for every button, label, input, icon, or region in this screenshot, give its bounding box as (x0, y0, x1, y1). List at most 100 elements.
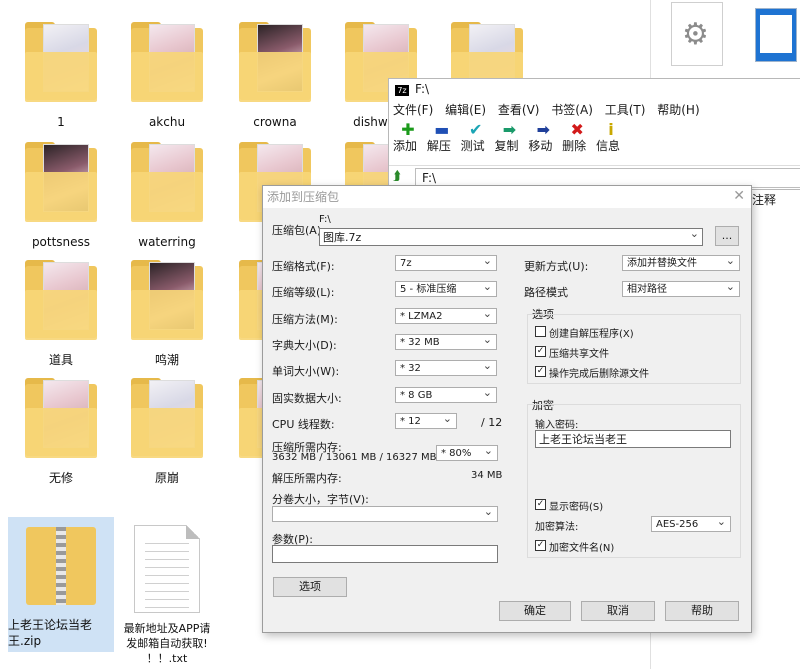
folder-name: 鸣潮 (154, 353, 179, 367)
txt-file-item[interactable]: 最新地址及APP请 发邮箱自动获取! ！！.txt (114, 521, 220, 666)
extract-icon: ▬ (434, 120, 450, 139)
method-label: 压缩方法(M): (272, 313, 338, 326)
folder-item[interactable]: crowna (222, 22, 328, 130)
menu-help[interactable]: 帮助(H) (657, 103, 699, 117)
dictionary-label: 字典大小(D): (272, 339, 337, 352)
delete-button[interactable]: ✖ 删除 (562, 120, 592, 154)
folder-item[interactable]: 道具 (8, 260, 114, 368)
fm-menu-bar: 文件(F) 编辑(E) 查看(V) 书签(A) 工具(T) 帮助(H) (389, 99, 800, 121)
extract-button[interactable]: ▬ 解压 (427, 120, 457, 154)
sfx-checkbox[interactable] (535, 326, 546, 337)
fm-toolbar: ✚ 添加 ▬ 解压 ✔ 测试 ➡ 复制 ➡ 移动 ✖ 删除 i 信息 (389, 121, 800, 163)
folder-item[interactable]: 1 (8, 22, 114, 130)
menu-tools[interactable]: 工具(T) (605, 103, 646, 117)
folder-icon (131, 260, 203, 346)
folder-icon (131, 142, 203, 228)
method-select[interactable]: * LZMA2 (395, 306, 497, 324)
help-button[interactable]: 帮助 (665, 601, 739, 621)
cpu-threads-select[interactable]: * 12 (395, 411, 457, 429)
archive-label: 压缩包(A) (272, 224, 322, 237)
split-volume-select[interactable] (272, 504, 498, 522)
cpu-threads-label: CPU 线程数: (272, 418, 335, 431)
test-icon: ✔ (468, 120, 483, 139)
fm-title-bar: 7z F:\ (389, 79, 800, 99)
folder-up-icon[interactable]: ⮭ (393, 169, 409, 185)
cpu-threads-total: / 12 (481, 416, 503, 429)
sfx-label: 创建自解压程序(X) (549, 329, 634, 340)
encryption-method-select[interactable]: AES-256 (651, 514, 731, 532)
format-label: 压缩格式(F): (272, 260, 335, 273)
folder-icon (131, 378, 203, 464)
folder-item[interactable]: akchu (114, 22, 220, 130)
folder-item[interactable]: 原崩 (114, 378, 220, 486)
update-mode-label: 更新方式(U): (524, 260, 589, 273)
folder-name: crowna (253, 115, 297, 129)
show-password-checkbox[interactable]: ✓ (535, 499, 546, 510)
folder-name: 1 (57, 115, 65, 129)
level-label: 压缩等级(L): (272, 286, 335, 299)
test-button[interactable]: ✔ 测试 (461, 120, 491, 154)
dictionary-select[interactable]: * 32 MB (395, 332, 497, 350)
folder-name: akchu (148, 115, 186, 129)
zip-file-name: 上老王论坛当老 王.zip (8, 618, 93, 648)
menu-edit[interactable]: 编辑(E) (445, 103, 486, 117)
folder-item[interactable]: waterring (114, 142, 220, 250)
zip-file-item[interactable]: 上老王论坛当老 王.zip (8, 517, 114, 652)
solid-size-label: 固实数据大小: (272, 392, 342, 405)
folder-item[interactable]: pottsness (8, 142, 114, 250)
memory-usage: 3632 MB / 13061 MB / 16327 MB (272, 452, 437, 463)
options-button[interactable]: 选项 (273, 577, 347, 597)
word-size-select[interactable]: * 32 (395, 358, 497, 376)
level-select[interactable]: 5 - 标准压缩 (395, 279, 497, 297)
close-icon[interactable]: ✕ (733, 188, 745, 204)
app-file-icon[interactable] (755, 8, 797, 62)
txt-file-name: 最新地址及APP请 发邮箱自动获取! ！！.txt (123, 622, 211, 665)
folder-icon (25, 378, 97, 464)
memory-percent-select[interactable]: * 80% (436, 443, 498, 461)
path-mode-select[interactable]: 相对路径 (622, 279, 740, 297)
folder-item[interactable]: 无修 (8, 378, 114, 486)
word-size-label: 单词大小(W): (272, 365, 340, 378)
folder-name: waterring (138, 235, 196, 249)
update-mode-select[interactable]: 添加并替换文件 (622, 253, 740, 271)
sevenzip-file-manager: 7z F:\ 文件(F) 编辑(E) 查看(V) 书签(A) 工具(T) 帮助(H… (388, 78, 800, 190)
show-password-label: 显示密码(S) (549, 502, 604, 513)
password-input[interactable]: 上老王论坛当老王 (535, 430, 731, 448)
menu-view[interactable]: 查看(V) (498, 103, 540, 117)
split-volume-label: 分卷大小，字节(V): (272, 493, 369, 506)
folder-name: 道具 (48, 353, 73, 367)
sevenzip-logo-icon: 7z (395, 85, 409, 96)
shared-files-checkbox[interactable]: ✓ (535, 346, 546, 357)
delete-icon: ✖ (570, 120, 584, 139)
delete-after-checkbox[interactable]: ✓ (535, 366, 546, 377)
solid-size-select[interactable]: * 8 GB (395, 385, 497, 403)
zip-archive-icon (26, 521, 96, 607)
encrypt-names-checkbox[interactable]: ✓ (535, 540, 546, 551)
decompress-memory-value: 34 MB (471, 470, 503, 481)
browse-button[interactable]: ... (715, 226, 739, 246)
folder-icon (25, 22, 97, 108)
comment-column-header: 注释 (752, 193, 777, 207)
settings-file-icon[interactable]: ⚙ (671, 2, 723, 66)
parameters-input[interactable] (272, 545, 498, 563)
move-icon: ➡ (536, 120, 551, 139)
add-to-archive-dialog: 添加到压缩包 ✕ 压缩包(A) F:\ 图库.7z ... 压缩格式(F): 7… (262, 185, 752, 633)
info-button[interactable]: i 信息 (596, 120, 626, 154)
ok-button[interactable]: 确定 (499, 601, 571, 621)
copy-button[interactable]: ➡ 复制 (494, 121, 524, 154)
folder-item[interactable]: 鸣潮 (114, 260, 220, 368)
decompress-memory-label: 解压所需内存: (272, 472, 342, 485)
archive-name-input[interactable]: 图库.7z (319, 228, 703, 246)
add-button[interactable]: ✚ 添加 (393, 121, 423, 154)
format-select[interactable]: 7z (395, 253, 497, 271)
dialog-title: 添加到压缩包 (263, 186, 751, 208)
folder-name: 无修 (48, 471, 73, 485)
encrypt-names-label: 加密文件名(N) (549, 543, 615, 554)
info-icon: i (608, 120, 614, 139)
menu-bookmarks[interactable]: 书签(A) (551, 103, 593, 117)
encryption-method-label: 加密算法: (535, 522, 579, 533)
menu-file[interactable]: 文件(F) (393, 103, 433, 117)
archive-dir: F:\ (319, 214, 331, 225)
move-button[interactable]: ➡ 移动 (528, 120, 558, 154)
cancel-button[interactable]: 取消 (581, 601, 655, 621)
